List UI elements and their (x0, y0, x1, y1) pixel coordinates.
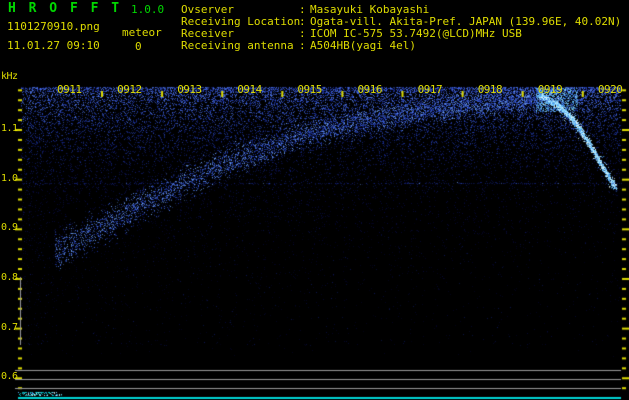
receiver-value: ICOM IC-575 53.7492(@LCD)MHz USB (310, 27, 522, 40)
info-colon: : (299, 27, 306, 40)
freq-tick-label: 0.6 (1, 371, 18, 383)
time-tick-label: 0911 (57, 83, 82, 96)
info-colon: : (299, 39, 306, 52)
antenna-value: A504HB(yagi 4el) (310, 39, 416, 52)
time-tick-label: 0916 (357, 83, 383, 96)
echo-count: 0 (135, 40, 142, 53)
info-colon: : (299, 3, 306, 16)
spectrogram-canvas (0, 0, 629, 400)
freq-tick-label: 1.0 (1, 172, 18, 184)
time-tick-label: 0920 (597, 83, 623, 96)
time-tick-label: 0918 (477, 83, 503, 96)
info-label: Ovserver (181, 3, 234, 16)
location-value: Ogata-vill. Akita-Pref. JAPAN (139.96E, … (310, 15, 622, 28)
freq-tick-label: 1.1 (1, 123, 18, 134)
time-tick-label: 0917 (417, 83, 443, 96)
app-title: H R O F F T (8, 1, 122, 16)
mode-label: meteor (122, 26, 162, 39)
freq-tick-label: 0.7 (1, 321, 18, 333)
freq-tick-label: 0.8 (1, 271, 18, 283)
time-tick-label: 0912 (117, 83, 142, 96)
info-label: Receiving Location (181, 15, 301, 28)
info-label: Receiver (181, 27, 234, 40)
hrofft-window: H R O F F T 1.0.0 1101270910.png meteor … (0, 0, 629, 400)
output-filename: 1101270910.png (7, 20, 100, 33)
info-colon: : (299, 15, 306, 28)
time-tick-label: 0913 (177, 83, 202, 96)
datetime-label: 11.01.27 09:10 (7, 39, 100, 52)
freq-tick-label: 0.9 (1, 222, 18, 234)
app-version: 1.0.0 (131, 3, 165, 16)
y-axis-unit-label: kHz (1, 71, 18, 82)
time-tick-label: 0919 (537, 83, 563, 96)
observer-value: Masayuki Kobayashi (310, 3, 430, 16)
info-label: Receiving antenna (181, 39, 294, 52)
time-tick-label: 0914 (237, 83, 262, 96)
time-tick-label: 0915 (297, 83, 322, 96)
